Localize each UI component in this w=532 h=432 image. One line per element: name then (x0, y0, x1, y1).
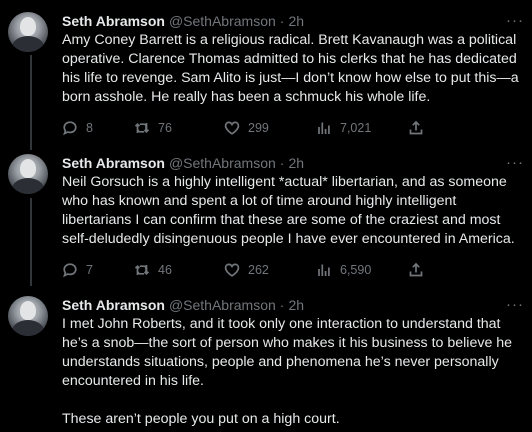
author-name[interactable]: Seth Abramson (62, 296, 165, 314)
author-handle[interactable]: @SethAbramson (169, 12, 276, 30)
avatar[interactable] (8, 296, 48, 336)
separator-dot: · (279, 13, 285, 29)
separator-dot: · (279, 297, 285, 313)
more-horizontal-icon[interactable]: ··· (506, 296, 524, 314)
avatar[interactable] (8, 154, 48, 194)
views-count: 7,021 (340, 121, 372, 135)
tweet-text: Neil Gorsuch is a highly intelligent *ac… (62, 174, 515, 247)
like-button[interactable]: 262 (224, 262, 316, 278)
timestamp[interactable]: 2h (288, 154, 304, 172)
separator-dot: · (279, 155, 285, 171)
reply-bubble-icon (63, 263, 77, 278)
retweet-icon (134, 264, 150, 276)
more-horizontal-icon[interactable]: ··· (506, 12, 524, 30)
timestamp[interactable]: 2h (288, 296, 304, 314)
like-button[interactable]: 299 (224, 120, 316, 136)
views-count: 6,590 (340, 263, 372, 277)
reply-count: 8 (86, 121, 93, 135)
share-button[interactable] (408, 120, 424, 136)
tweet[interactable]: Seth Abramson @SethAbramson · 2h ··· Nei… (0, 154, 532, 280)
reply-bubble-icon (63, 121, 77, 136)
heart-icon (224, 263, 240, 277)
retweet-count: 76 (158, 121, 172, 135)
heart-icon (224, 121, 240, 135)
more-horizontal-icon[interactable]: ··· (506, 154, 524, 172)
retweet-count: 46 (158, 263, 172, 277)
avatar[interactable] (8, 12, 48, 52)
tweet[interactable]: Seth Abramson @SethAbramson · 2h ··· Amy… (0, 12, 532, 138)
tweet[interactable]: Seth Abramson @SethAbramson · 2h ··· I m… (0, 296, 532, 429)
share-upload-icon (409, 262, 423, 277)
like-count: 262 (248, 263, 269, 277)
views-button[interactable]: 6,590 (316, 262, 408, 278)
reply-count: 7 (86, 263, 93, 277)
reply-button[interactable]: 8 (62, 120, 134, 136)
timestamp[interactable]: 2h (288, 12, 304, 30)
author-handle[interactable]: @SethAbramson (169, 296, 276, 314)
retweet-icon (134, 122, 150, 134)
share-upload-icon (409, 120, 423, 135)
tweet-text: Amy Coney Barrett is a religious radical… (62, 32, 519, 105)
like-count: 299 (248, 121, 269, 135)
retweet-button[interactable]: 46 (134, 262, 224, 278)
retweet-button[interactable]: 76 (134, 120, 224, 136)
views-bar-chart-icon (318, 122, 330, 134)
views-button[interactable]: 7,021 (316, 120, 408, 136)
author-handle[interactable]: @SethAbramson (169, 154, 276, 172)
tweet-text: I met John Roberts, and it took only one… (62, 316, 513, 427)
views-bar-chart-icon (318, 264, 330, 276)
reply-button[interactable]: 7 (62, 262, 134, 278)
author-name[interactable]: Seth Abramson (62, 12, 165, 30)
share-button[interactable] (408, 262, 424, 278)
author-name[interactable]: Seth Abramson (62, 154, 165, 172)
